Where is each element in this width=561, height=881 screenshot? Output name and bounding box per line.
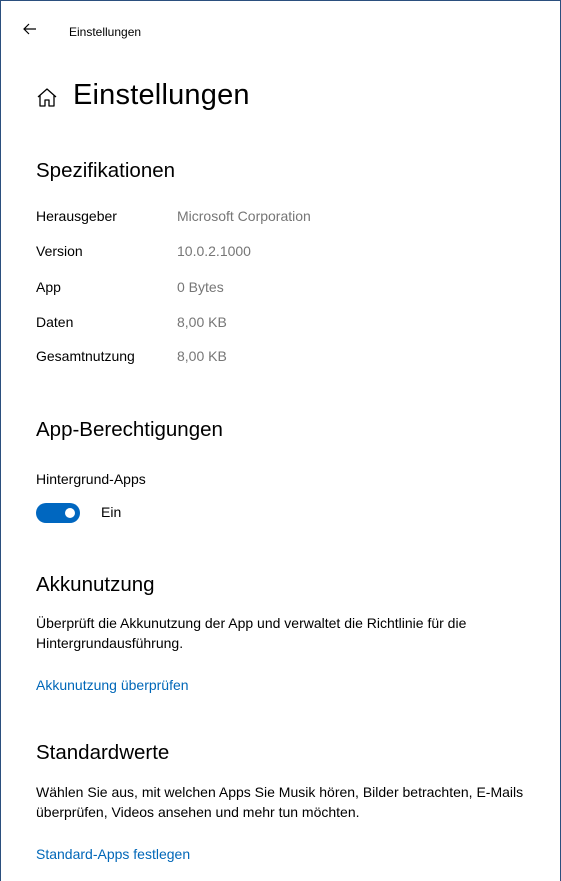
battery-description: Überprüft die Akkunutzung der App und ve… bbox=[36, 615, 467, 651]
permissions-title: App-Berechtigungen bbox=[36, 418, 223, 441]
spec-label: Gesamtnutzung bbox=[36, 348, 135, 364]
title-bar: Einstellungen bbox=[1, 1, 560, 39]
spec-value: 8,00 KB bbox=[177, 348, 227, 364]
defaults-title: Standardwerte bbox=[36, 741, 170, 764]
spec-value: 8,00 KB bbox=[177, 314, 227, 330]
back-arrow-icon bbox=[23, 23, 36, 35]
page-header: Einstellungen bbox=[35, 79, 250, 112]
home-icon bbox=[37, 87, 57, 107]
spec-label: Daten bbox=[36, 314, 74, 330]
check-battery-usage-link[interactable]: Akkunutzung überprüfen bbox=[36, 677, 189, 693]
toggle-state-label: Ein bbox=[101, 504, 122, 520]
window-title: Einstellungen bbox=[69, 25, 142, 39]
battery-title: Akkunutzung bbox=[36, 573, 155, 596]
specs-title: Spezifikationen bbox=[36, 159, 176, 182]
set-default-apps-link[interactable]: Standard-Apps festlegen bbox=[36, 846, 190, 862]
toggle-knob bbox=[65, 508, 75, 518]
spec-value: 0 Bytes bbox=[177, 279, 224, 295]
spec-value: Microsoft Corporation bbox=[177, 208, 311, 224]
spec-value: 10.0.2.1000 bbox=[177, 243, 251, 259]
background-apps-toggle[interactable] bbox=[36, 503, 80, 523]
spec-label: Herausgeber bbox=[36, 208, 117, 224]
page-title: Einstellungen bbox=[73, 79, 250, 111]
back-button[interactable] bbox=[19, 18, 41, 40]
background-apps-label: Hintergrund-Apps bbox=[36, 471, 146, 487]
settings-window: Einstellungen Einstellungen Spezifikatio… bbox=[0, 0, 561, 881]
defaults-description: Wählen Sie aus, mit welchen Apps Sie Mus… bbox=[36, 784, 524, 820]
spec-label: Version bbox=[36, 243, 83, 259]
spec-label: App bbox=[36, 279, 61, 295]
